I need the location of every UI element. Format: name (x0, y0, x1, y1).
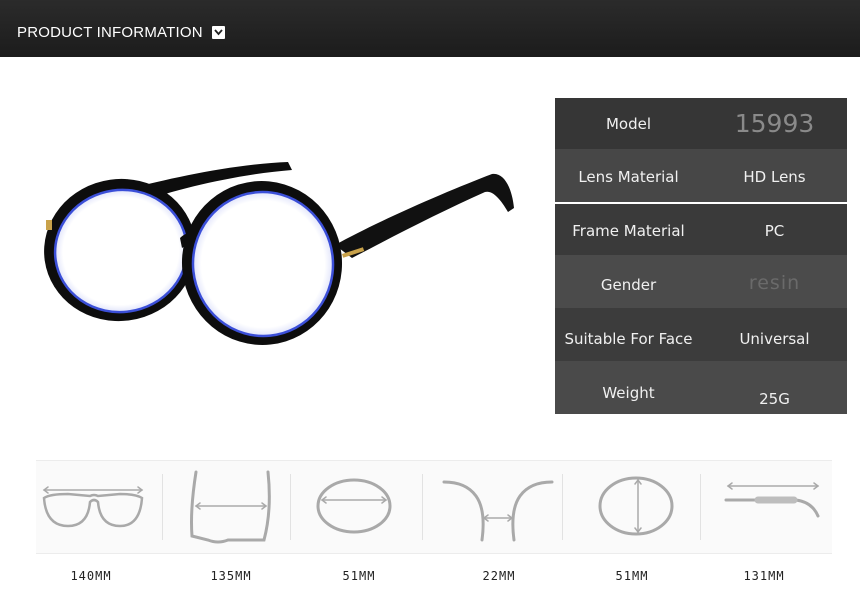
spec-value: 25G (759, 390, 790, 408)
chevron-down-icon[interactable] (212, 26, 225, 39)
spec-value: HD Lens (743, 168, 806, 186)
temple-spread-icon (190, 470, 271, 544)
bridge-width-icon (442, 480, 554, 542)
spec-value: PC (764, 222, 785, 240)
spec-label: Frame Material (572, 222, 685, 240)
product-info-header: PRODUCT INFORMATION (0, 0, 860, 57)
frame-width-icon (42, 486, 144, 528)
measurement-lens-width: 51MM (342, 569, 376, 583)
spec-value: 15993 (734, 109, 815, 138)
measurement-bridge-width: 22MM (482, 569, 516, 583)
spec-value: resin (748, 272, 801, 294)
measurement-temple-spread: 135MM (210, 569, 252, 583)
temple-length-icon (724, 482, 820, 518)
spec-label: Weight (602, 384, 655, 402)
header-title: PRODUCT INFORMATION (17, 24, 203, 41)
spec-label: Suitable For Face (564, 330, 693, 348)
spec-label: Gender (600, 276, 657, 294)
measurement-frame-width: 140MM (70, 569, 112, 583)
round-glasses-photo (30, 150, 530, 360)
lens-width-icon (316, 478, 392, 534)
spec-label: Model (605, 115, 652, 133)
measurement-lens-height: 51MM (615, 569, 649, 583)
spec-label: Lens Material (578, 168, 679, 186)
measurement-icons (42, 470, 820, 544)
spec-value: Universal (739, 330, 810, 348)
lens-height-icon (598, 476, 674, 536)
measurement-temple-length: 131MM (743, 569, 785, 583)
spec-table: Model 15993 Lens Material HD Lens Frame … (555, 98, 847, 414)
